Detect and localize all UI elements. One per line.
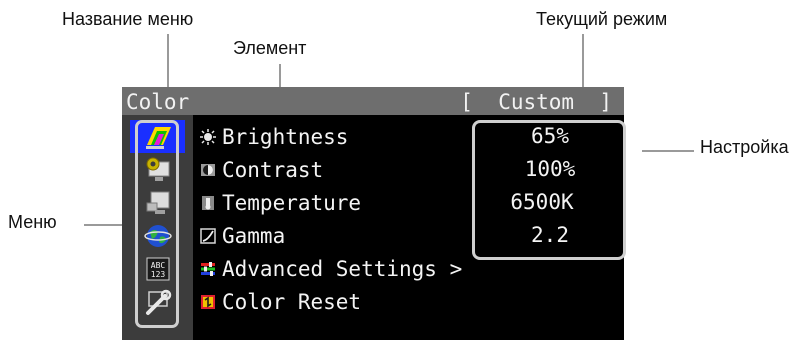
- menu-item-label: Gamma: [222, 223, 286, 248]
- thermometer-icon: [202, 195, 214, 210]
- osd-window: Color [ Custom ] ABC 123 Brightness Cont…: [122, 87, 626, 340]
- menu-item-label: Brightness: [222, 124, 349, 149]
- menu-item-label: Color Reset: [222, 289, 362, 314]
- contrast-icon: [201, 163, 215, 176]
- menu-item-color-reset[interactable]: Color Reset: [200, 285, 361, 318]
- menu-item-gamma[interactable]: Gamma: [200, 219, 285, 252]
- menu-item-contrast[interactable]: Contrast: [200, 153, 323, 186]
- menu-sidebar: ABC 123: [122, 115, 193, 340]
- brightness-sun-icon: [200, 128, 216, 145]
- color-reset-icon: [201, 294, 215, 309]
- menu-item-advanced-settings[interactable]: Advanced Settings >: [200, 252, 462, 285]
- gamma-icon: [200, 227, 216, 244]
- settings-frame: [472, 120, 626, 260]
- current-mode: [ Custom ]: [460, 90, 612, 114]
- menu-item-temperature[interactable]: Temperature: [200, 186, 361, 219]
- menu-name: Color: [126, 90, 190, 114]
- menu-item-label: Advanced Settings >: [222, 256, 463, 281]
- advanced-settings-icon: [201, 261, 215, 276]
- osd-titlebar: Color [ Custom ]: [122, 87, 624, 115]
- menu-item-label: Temperature: [222, 190, 362, 215]
- menu-item-label: Contrast: [222, 157, 324, 182]
- menu-frame: [135, 120, 179, 328]
- menu-item-brightness[interactable]: Brightness: [200, 120, 348, 153]
